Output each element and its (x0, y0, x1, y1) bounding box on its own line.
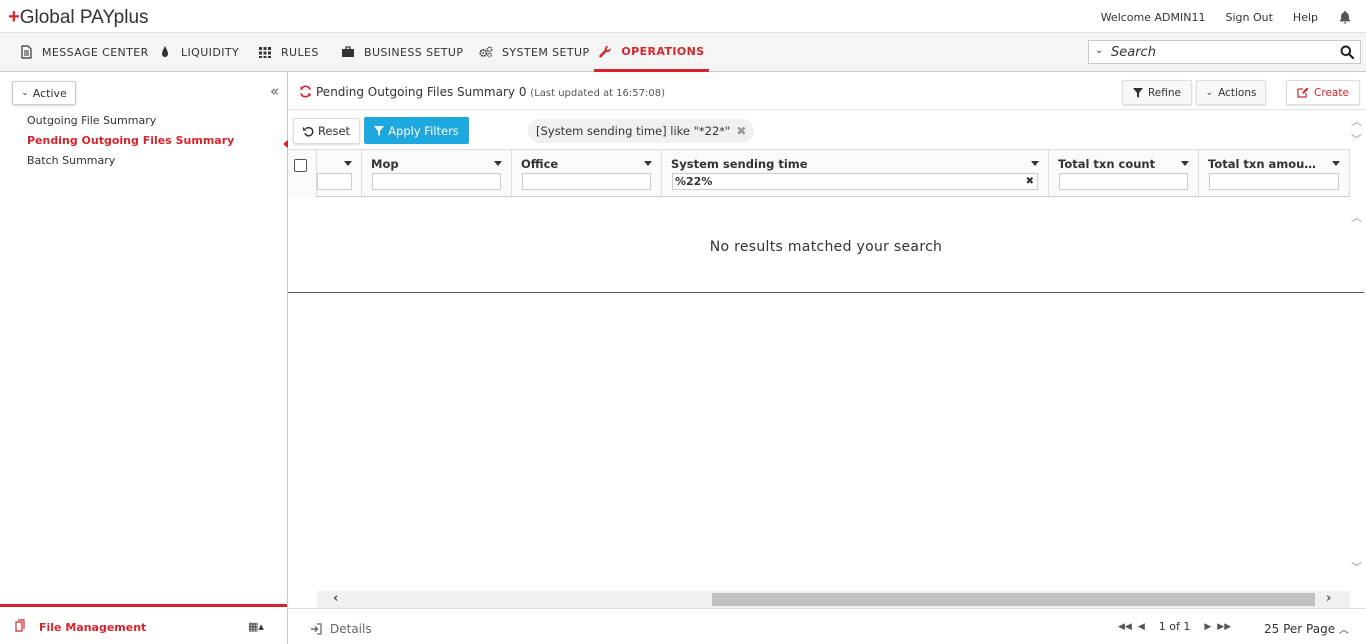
refine-button[interactable]: Refine (1122, 80, 1192, 105)
bell-icon[interactable] (1338, 10, 1352, 24)
chevron-down-icon[interactable]: ⌄ (1095, 45, 1103, 56)
chevron-up-icon: ︿ (1338, 625, 1349, 636)
refresh-icon[interactable] (299, 85, 312, 98)
reset-button[interactable]: Reset (293, 118, 360, 144)
nav-business-setup[interactable]: BUSINESS SETUP (341, 33, 463, 71)
filter-input-total-txn-count[interactable] (1059, 173, 1188, 190)
remove-filter-icon[interactable]: ✖ (736, 124, 746, 138)
search-input[interactable] (1111, 43, 1331, 61)
grid-scroll-down-icon[interactable]: ﹀ (1351, 559, 1362, 575)
left-nav-outgoing-file-summary[interactable]: Outgoing File Summary (27, 114, 156, 127)
actions-button[interactable]: ⌄ Actions (1196, 80, 1266, 105)
chevron-down-icon: ⌄ (21, 88, 29, 98)
filter-input-total-txn-amount[interactable] (1209, 173, 1339, 190)
filter-input-mop[interactable] (372, 173, 501, 190)
nav-message-center[interactable]: MESSAGE CENTER (19, 33, 149, 71)
details-toggle[interactable]: Details (310, 622, 372, 636)
column-header-system-sending-time[interactable]: System sending time ✖ (662, 150, 1049, 197)
nav-system-setup[interactable]: SYSTEM SETUP (479, 33, 589, 71)
clear-filter-icon[interactable]: ✖ (1026, 176, 1034, 187)
nav-operations[interactable]: OPERATIONS (594, 33, 709, 72)
create-button[interactable]: Create (1286, 80, 1360, 105)
drop-icon (162, 46, 168, 57)
left-nav-pending-outgoing-files-summary[interactable]: Pending Outgoing Files Summary (27, 134, 234, 147)
column-menu-icon[interactable] (344, 161, 352, 166)
filter-input-system-sending-time[interactable] (672, 173, 1038, 190)
column-menu-icon[interactable] (644, 161, 652, 166)
gears-icon (479, 46, 493, 58)
top-links: Welcome ADMIN11 Sign Out Help (1101, 10, 1352, 24)
edit-icon (1297, 87, 1309, 98)
column-header-total-txn-amount[interactable]: Total txn amou… (1199, 150, 1350, 197)
column-menu-icon[interactable] (1031, 161, 1039, 166)
column-header-office[interactable]: Office (512, 150, 662, 197)
column-header-unnamed[interactable] (317, 150, 362, 197)
grid-header: Mop Office System sending time ✖ Total t… (288, 149, 1350, 197)
sign-in-icon (311, 623, 322, 635)
document-icon (21, 45, 32, 59)
left-footer: File Management ▦▴ (0, 604, 287, 644)
prev-page-icon[interactable]: ◀ (1138, 622, 1145, 632)
scrollbar-thumb[interactable] (712, 593, 1315, 606)
filter-icon (374, 125, 385, 136)
scroll-right-icon[interactable]: › (1326, 591, 1331, 606)
column-menu-icon[interactable] (494, 161, 502, 166)
empty-state: No results matched your search (288, 197, 1364, 293)
main-nav: MESSAGE CENTER LIQUIDITY RULES BUSINESS … (0, 32, 1366, 72)
active-filter-chip: [System sending time] like "*22*" ✖ (528, 119, 755, 143)
left-panel: ⌄ Active « Outgoing File Summary Pending… (0, 72, 288, 644)
select-all-column (288, 150, 317, 197)
nav-rules[interactable]: RULES (258, 33, 319, 71)
grid-footer: Details ◀◀ ◀ 1 of 1 ▶ ▶▶ 25 Per Page ︿ (288, 608, 1366, 644)
page-info: 1 of 1 (1158, 620, 1191, 633)
title-bar: Pending Outgoing Files Summary 0 (Last u… (288, 72, 1366, 110)
filter-bar: Reset Apply Filters [System sending time… (288, 110, 1366, 150)
page-title: Pending Outgoing Files Summary 0 (Last u… (316, 85, 666, 99)
apps-menu-icon[interactable]: ▦▴ (248, 620, 264, 633)
active-filter-button[interactable]: ⌄ Active (12, 81, 76, 105)
global-search: ⌄ (1088, 40, 1361, 64)
grid-icon (259, 47, 271, 58)
scroll-down-icon[interactable]: ﹀ (1351, 131, 1362, 147)
top-header: +Global PAYplus Welcome ADMIN11 Sign Out… (0, 0, 1366, 32)
last-updated: (Last updated at 16:57:08) (530, 88, 666, 99)
per-page-select[interactable]: 25 Per Page ︿ (1264, 621, 1349, 636)
wrench-icon (599, 45, 612, 57)
filter-icon (1132, 87, 1143, 98)
app-logo[interactable]: +Global PAYplus (8, 6, 149, 29)
column-menu-icon[interactable] (1332, 161, 1340, 166)
scroll-left-icon[interactable]: ‹ (333, 591, 338, 606)
left-nav-batch-summary[interactable]: Batch Summary (27, 154, 115, 167)
filter-input-unnamed[interactable] (317, 173, 352, 190)
horizontal-scrollbar[interactable]: ‹ › (317, 591, 1350, 608)
select-all-checkbox[interactable] (294, 159, 307, 172)
pagination: ◀◀ ◀ 1 of 1 ▶ ▶▶ (1118, 620, 1231, 633)
sign-out-link[interactable]: Sign Out (1225, 11, 1272, 24)
column-header-mop[interactable]: Mop (362, 150, 512, 197)
nav-liquidity[interactable]: LIQUIDITY (158, 33, 239, 71)
app-logo-text: Global PAYplus (19, 7, 149, 28)
briefcase-icon (342, 46, 354, 57)
file-management-icon (15, 619, 25, 632)
undo-icon (302, 126, 314, 137)
column-menu-icon[interactable] (1181, 161, 1189, 166)
next-page-icon[interactable]: ▶ (1204, 622, 1211, 632)
chevron-down-icon: ⌄ (1205, 87, 1214, 98)
empty-message: No results matched your search (709, 239, 943, 255)
first-page-icon[interactable]: ◀◀ (1118, 622, 1132, 632)
main-content: Pending Outgoing Files Summary 0 (Last u… (288, 72, 1366, 644)
filter-input-office[interactable] (522, 173, 651, 190)
collapse-panel-icon[interactable]: « (270, 82, 279, 100)
column-header-total-txn-count[interactable]: Total txn count (1049, 150, 1199, 197)
file-management-label[interactable]: File Management (39, 621, 146, 634)
search-icon[interactable] (1340, 45, 1354, 59)
apply-filters-button[interactable]: Apply Filters (364, 117, 469, 144)
help-link[interactable]: Help (1293, 11, 1318, 24)
welcome-text: Welcome ADMIN11 (1100, 10, 1206, 24)
last-page-icon[interactable]: ▶▶ (1217, 622, 1231, 632)
scroll-up-icon[interactable]: ︿ (1351, 113, 1362, 129)
